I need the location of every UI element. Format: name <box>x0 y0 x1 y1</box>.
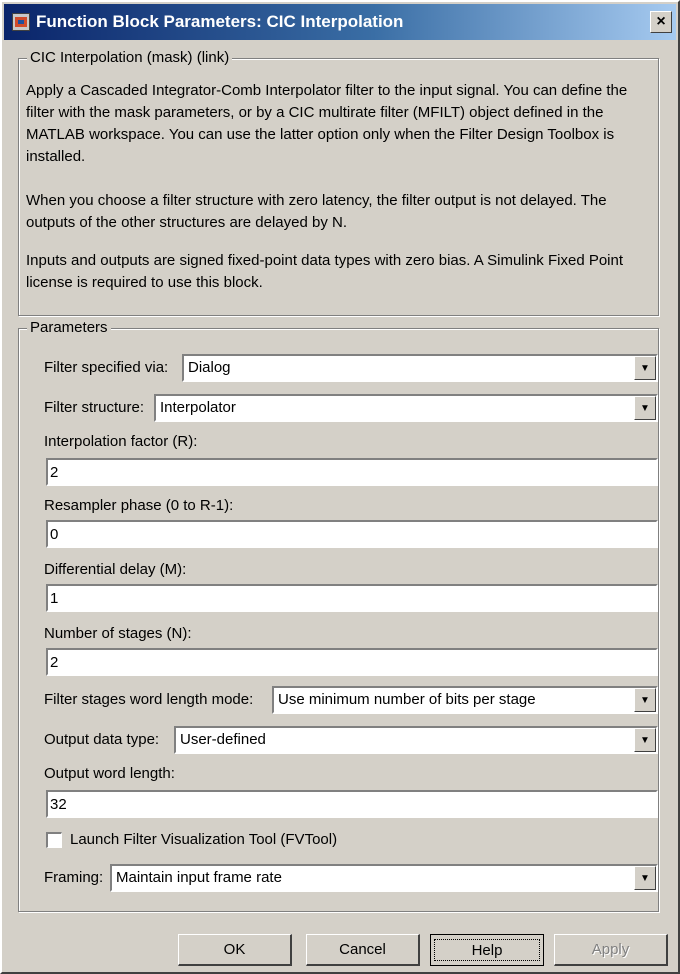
output-data-type-value: User-defined <box>180 731 266 748</box>
description-paragraph-1: Apply a Cascaded Integrator-Comb Interpo… <box>26 82 628 165</box>
output-word-length-field[interactable] <box>46 790 658 818</box>
help-button[interactable]: Help <box>430 934 544 966</box>
framing-dropdown[interactable]: Maintain input frame rate ▼ <box>110 864 658 892</box>
word-length-mode-value: Use minimum number of bits per stage <box>278 691 536 708</box>
resampler-phase-field[interactable] <box>46 520 658 548</box>
close-button[interactable]: × <box>650 11 672 33</box>
launch-fvtool-label[interactable]: Launch Filter Visualization Tool (FVTool… <box>70 830 337 850</box>
title-bar[interactable]: Function Block Parameters: CIC Interpola… <box>4 4 676 40</box>
filter-structure-dropdown[interactable]: Interpolator ▼ <box>154 394 658 422</box>
interpolation-factor-label: Interpolation factor (R): <box>44 433 198 450</box>
chevron-down-icon[interactable]: ▼ <box>634 728 656 752</box>
filter-structure-value: Interpolator <box>160 399 236 416</box>
description-group-legend: CIC Interpolation (mask) (link) <box>27 49 233 67</box>
output-data-type-dropdown[interactable]: User-defined ▼ <box>174 726 658 754</box>
chevron-down-icon[interactable]: ▼ <box>634 356 656 380</box>
chevron-down-icon[interactable]: ▼ <box>634 866 656 890</box>
filter-specified-via-value: Dialog <box>188 359 231 376</box>
description-paragraph-3: Inputs and outputs are signed fixed-poin… <box>26 252 624 291</box>
number-of-stages-label: Number of stages (N): <box>44 625 192 642</box>
word-length-mode-label: Filter stages word length mode: <box>44 691 254 708</box>
resampler-phase-label: Resampler phase (0 to R-1): <box>44 497 234 514</box>
cancel-button[interactable]: Cancel <box>306 934 420 966</box>
help-button-label: Help <box>434 939 540 961</box>
description-paragraph-2: When you choose a filter structure with … <box>26 192 607 231</box>
chevron-down-icon[interactable]: ▼ <box>634 396 656 420</box>
output-data-type-label: Output data type: <box>44 731 160 748</box>
framing-label: Framing: <box>44 869 104 886</box>
launch-fvtool-checkbox[interactable] <box>46 832 62 848</box>
differential-delay-field[interactable] <box>46 584 658 612</box>
differential-delay-label: Differential delay (M): <box>44 561 187 578</box>
interpolation-factor-field[interactable] <box>46 458 658 486</box>
output-word-length-label: Output word length: <box>44 765 175 782</box>
simulink-block-icon <box>12 13 30 31</box>
number-of-stages-field[interactable] <box>46 648 658 676</box>
window-title: Function Block Parameters: CIC Interpola… <box>36 12 404 31</box>
ok-button[interactable]: OK <box>178 934 292 966</box>
filter-specified-via-dropdown[interactable]: Dialog ▼ <box>182 354 658 382</box>
filter-structure-label: Filter structure: <box>44 399 145 416</box>
apply-button[interactable]: Apply <box>554 934 668 966</box>
filter-specified-via-label: Filter specified via: <box>44 359 169 376</box>
framing-value: Maintain input frame rate <box>116 869 282 886</box>
word-length-mode-dropdown[interactable]: Use minimum number of bits per stage ▼ <box>272 686 658 714</box>
dialog-window: Function Block Parameters: CIC Interpola… <box>0 0 680 974</box>
chevron-down-icon[interactable]: ▼ <box>634 688 656 712</box>
parameters-group-legend: Parameters <box>27 319 111 337</box>
